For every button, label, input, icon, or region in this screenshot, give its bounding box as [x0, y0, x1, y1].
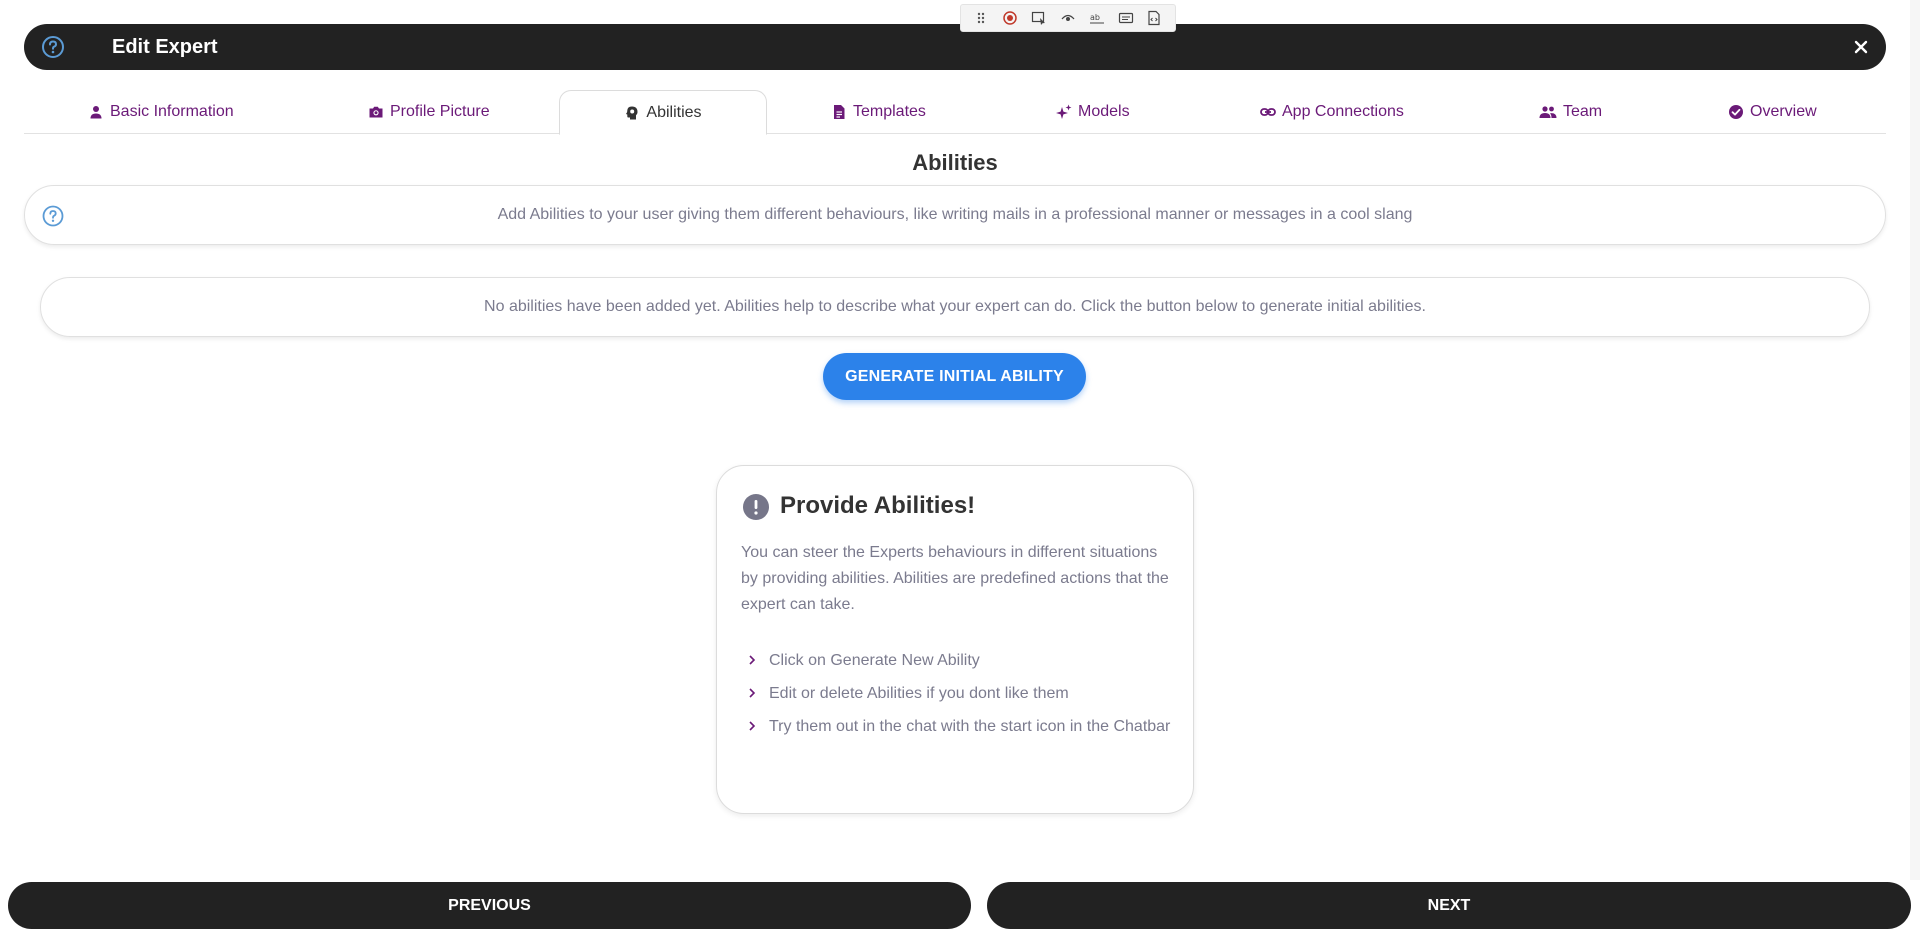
brain-head-icon — [626, 106, 638, 119]
tab-overview[interactable]: Overview — [1728, 90, 1817, 134]
tip-description: You can steer the Experts behaviours in … — [741, 544, 1169, 613]
list-item-text: Try them out in the chat with the start … — [769, 718, 1171, 735]
help-circle-icon[interactable] — [40, 34, 66, 60]
chevron-right-icon — [741, 681, 769, 707]
empty-state-text: No abilities have been added yet. Abilit… — [484, 298, 1426, 315]
floating-toolbar: ab — [960, 4, 1176, 32]
dialog-header: Edit Expert — [24, 24, 1886, 70]
tab-models[interactable]: Models — [1056, 90, 1130, 134]
list-item-text: Click on Generate New Ability — [769, 652, 980, 669]
tab-label: Abilities — [646, 103, 702, 121]
tab-templates[interactable]: Templates — [831, 90, 926, 134]
camera-icon — [369, 106, 383, 118]
tab-label: Basic Information — [110, 103, 234, 120]
record-icon[interactable] — [999, 7, 1021, 29]
dialog-title: Edit Expert — [112, 36, 218, 58]
tab-label: App Connections — [1282, 103, 1404, 120]
tab-abilities[interactable]: Abilities — [559, 90, 767, 135]
caption-icon[interactable] — [1115, 7, 1137, 29]
list-item: Click on Generate New Ability — [741, 648, 1171, 674]
info-text: Add Abilities to your user giving them d… — [497, 206, 1413, 223]
empty-state-card: No abilities have been added yet. Abilit… — [40, 277, 1870, 337]
help-circle-icon[interactable] — [41, 204, 65, 228]
person-icon — [90, 106, 102, 119]
list-item-text: Edit or delete Abilities if you dont lik… — [769, 685, 1069, 702]
next-button[interactable]: NEXT — [987, 882, 1911, 929]
tab-label: Profile Picture — [390, 103, 490, 120]
link-icon — [1260, 108, 1276, 116]
tab-label: Overview — [1750, 103, 1817, 120]
chevron-right-icon — [741, 714, 769, 740]
tip-list: Click on Generate New Ability Edit or de… — [741, 648, 1171, 747]
generate-initial-ability-button[interactable]: GENERATE INITIAL ABILITY — [823, 353, 1086, 400]
check-circle-icon — [1729, 105, 1743, 119]
close-icon[interactable] — [1850, 36, 1872, 58]
exclamation-circle-icon — [742, 493, 770, 521]
tab-basic-information[interactable]: Basic Information — [88, 90, 234, 134]
tab-label: Templates — [853, 103, 926, 120]
group-icon — [1539, 106, 1557, 118]
page-title: Abilities — [912, 150, 998, 175]
previous-button[interactable]: PREVIOUS — [8, 882, 971, 929]
scrollbar[interactable] — [1910, 0, 1920, 880]
svg-text:ab: ab — [1090, 13, 1100, 22]
list-item: Try them out in the chat with the start … — [741, 714, 1171, 740]
drag-handle-icon[interactable] — [970, 7, 992, 29]
code-icon[interactable] — [1143, 7, 1165, 29]
tab-profile-picture[interactable]: Profile Picture — [368, 90, 490, 134]
tab-app-connections[interactable]: App Connections — [1260, 90, 1404, 134]
tip-title: Provide Abilities! — [780, 492, 976, 519]
info-card: Add Abilities to your user giving them d… — [24, 185, 1886, 245]
tab-label: Models — [1078, 103, 1130, 120]
tab-team[interactable]: Team — [1539, 90, 1602, 134]
spellcheck-icon[interactable]: ab — [1086, 7, 1108, 29]
select-element-icon[interactable] — [1028, 7, 1050, 29]
tab-label: Team — [1563, 103, 1603, 120]
document-icon — [834, 105, 845, 119]
list-item: Edit or delete Abilities if you dont lik… — [741, 681, 1171, 707]
sparkles-icon — [1056, 104, 1072, 119]
preview-icon[interactable] — [1057, 7, 1079, 29]
tab-bar: Basic Information Profile Picture Abilit… — [24, 90, 1886, 135]
chevron-right-icon — [741, 648, 769, 674]
tip-card: Provide Abilities! You can steer the Exp… — [716, 465, 1194, 814]
